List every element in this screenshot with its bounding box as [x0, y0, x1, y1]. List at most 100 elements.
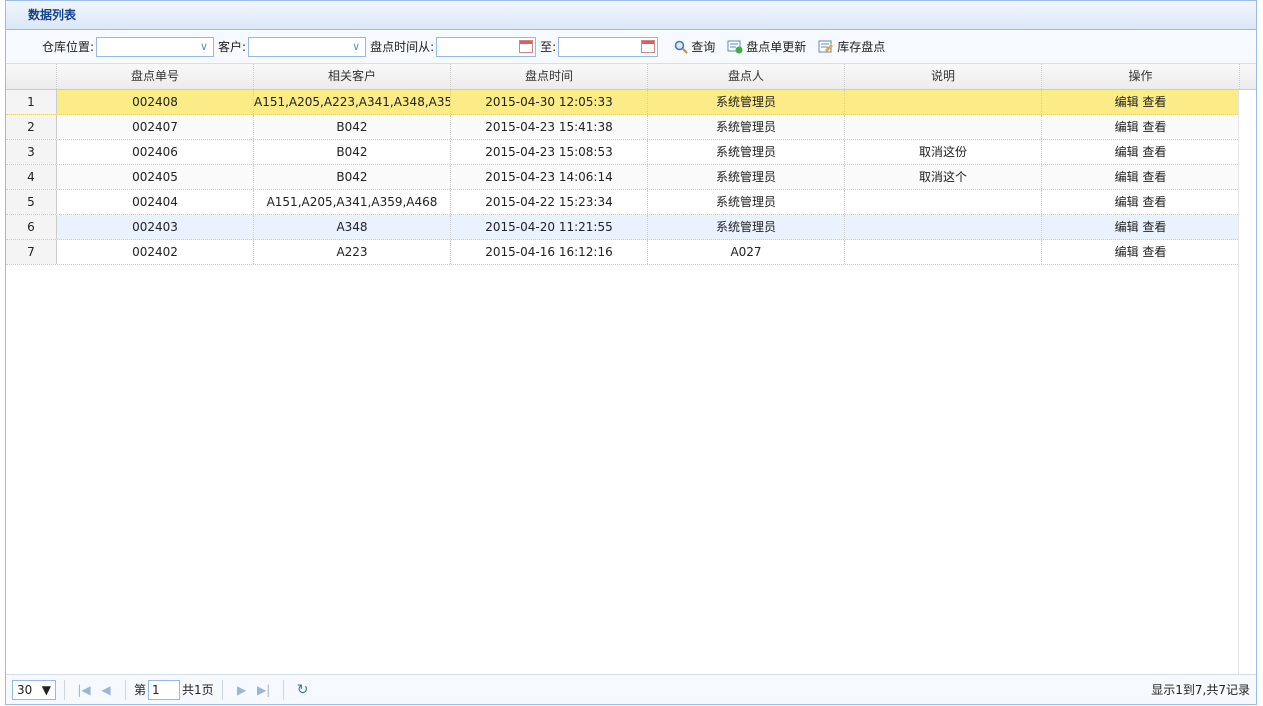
cell-time: 2015-04-20 11:21:55 — [451, 215, 648, 239]
edit-link[interactable]: 编辑 — [1115, 145, 1139, 159]
query-label: 查询 — [691, 40, 716, 54]
divider — [221, 679, 223, 700]
cell-person: 系统管理员 — [648, 165, 845, 189]
time-from-input[interactable] — [436, 36, 537, 57]
filter-toolbar: 仓库位置: ∨ 客户: ∨ 盘点时间从: 至: 查询 盘点单更新 库存盘点 — [6, 30, 1256, 64]
cell-actions: 编辑 查看 — [1042, 115, 1240, 139]
cell-note — [845, 190, 1042, 214]
cell-note — [845, 215, 1042, 239]
page-prefix: 第 — [134, 683, 147, 697]
cell-time: 2015-04-30 12:05:33 — [451, 90, 648, 114]
cell-note: 取消这个 — [845, 165, 1042, 189]
cell-id: 002404 — [57, 190, 254, 214]
view-link[interactable]: 查看 — [1142, 195, 1166, 209]
cell-customer: A223 — [254, 240, 451, 264]
edit-link[interactable]: 编辑 — [1115, 95, 1139, 109]
view-link[interactable]: 查看 — [1142, 145, 1166, 159]
view-link[interactable]: 查看 — [1142, 220, 1166, 234]
edit-link[interactable]: 编辑 — [1115, 170, 1139, 184]
caret-down-icon: ▼ — [41, 682, 51, 697]
edit-link[interactable]: 编辑 — [1115, 195, 1139, 209]
cell-person: 系统管理员 — [648, 90, 845, 114]
prev-page-button[interactable]: ◀ — [95, 680, 117, 700]
row-number: 1 — [6, 90, 57, 114]
update-button[interactable]: 盘点单更新 — [727, 38, 806, 55]
col-header-id[interactable]: 盘点单号 — [57, 64, 254, 89]
cell-customer: A151,A205,A341,A359,A468 — [254, 190, 451, 214]
cell-id: 002406 — [57, 140, 254, 164]
last-page-button[interactable]: ▶| — [253, 680, 275, 700]
next-page-button[interactable]: ▶ — [231, 680, 253, 700]
view-link[interactable]: 查看 — [1142, 120, 1166, 134]
panel-title: 数据列表 — [6, 1, 1256, 30]
vertical-scrollbar[interactable] — [1238, 90, 1256, 674]
next-page-icon: ▶ — [237, 682, 247, 697]
time-to-label: 至: — [540, 40, 557, 54]
table-row[interactable]: 3 002406 B042 2015-04-23 15:08:53 系统管理员 取消这份编… — [6, 140, 1240, 165]
grid-header: 盘点单号 相关客户 盘点时间 盘点人 说明 操作 — [6, 64, 1256, 90]
col-header-note[interactable]: 说明 — [845, 64, 1042, 89]
cell-person: 系统管理员 — [648, 140, 845, 164]
row-number: 4 — [6, 165, 57, 189]
first-page-button[interactable]: |◀ — [73, 680, 95, 700]
inventory-label: 库存盘点 — [837, 40, 886, 54]
cell-id: 002407 — [57, 115, 254, 139]
edit-link[interactable]: 编辑 — [1115, 245, 1139, 259]
clipboard-edit-icon — [818, 40, 834, 52]
calendar-icon[interactable] — [641, 39, 656, 53]
table-row[interactable]: 2 002407 B042 2015-04-23 15:41:38 系统管理员 编辑 查看 — [6, 115, 1240, 140]
page-size-select[interactable]: 30 ▼ — [12, 679, 56, 700]
pager: 30 ▼ |◀ ◀ 第 1 共1页 ▶ ▶| ↻ 显示1到7,共7记录 — [6, 674, 1256, 704]
time-to-input[interactable] — [558, 36, 659, 57]
record-info: 显示1到7,共7记录 — [1151, 683, 1250, 697]
cell-customer: B042 — [254, 140, 451, 164]
col-header-actions[interactable]: 操作 — [1042, 64, 1240, 89]
table-row[interactable]: 7 002402 A223 2015-04-16 16:12:16 A027 编辑 查看 — [6, 240, 1240, 265]
rownum-header — [6, 64, 57, 89]
cell-actions: 编辑 查看 — [1042, 165, 1240, 189]
table-row[interactable]: 6 002403 A348 2015-04-20 11:21:55 系统管理员 编辑 查看 — [6, 215, 1240, 240]
view-link[interactable]: 查看 — [1142, 95, 1166, 109]
col-header-person[interactable]: 盘点人 — [648, 64, 845, 89]
customer-label: 客户: — [218, 40, 247, 54]
data-list-panel: 数据列表 仓库位置: ∨ 客户: ∨ 盘点时间从: 至: 查询 盘点单更新 库存… — [5, 0, 1257, 705]
col-header-time[interactable]: 盘点时间 — [451, 64, 648, 89]
cell-note — [845, 90, 1042, 114]
cell-note — [845, 240, 1042, 264]
table-row[interactable]: 1 002408 A151,A205,A223,A341,A348,A359 2015… — [6, 90, 1240, 115]
cell-actions: 编辑 查看 — [1042, 240, 1240, 264]
cell-customer: B042 — [254, 115, 451, 139]
customer-combo[interactable]: ∨ — [248, 36, 367, 57]
cell-actions: 编辑 查看 — [1042, 215, 1240, 239]
cell-note: 取消这份 — [845, 140, 1042, 164]
view-link[interactable]: 查看 — [1142, 170, 1166, 184]
edit-link[interactable]: 编辑 — [1115, 220, 1139, 234]
view-link[interactable]: 查看 — [1142, 245, 1166, 259]
edit-link[interactable]: 编辑 — [1115, 120, 1139, 134]
calendar-icon[interactable] — [519, 39, 534, 53]
row-number: 3 — [6, 140, 57, 164]
col-header-customer[interactable]: 相关客户 — [254, 64, 451, 89]
cell-id: 002408 — [57, 90, 254, 114]
table-row[interactable]: 4 002405 B042 2015-04-23 14:06:14 系统管理员 取消这个编… — [6, 165, 1240, 190]
document-refresh-icon — [727, 40, 743, 53]
divider — [64, 679, 65, 700]
chevron-down-icon[interactable]: ∨ — [195, 38, 213, 56]
time-from-label: 盘点时间从: — [370, 40, 435, 54]
inventory-button[interactable]: 库存盘点 — [818, 38, 885, 55]
row-number: 2 — [6, 115, 57, 139]
table-row[interactable]: 5 002404 A151,A205,A341,A359,A468 2015-04-2… — [6, 190, 1240, 215]
query-button[interactable]: 查询 — [674, 38, 715, 55]
cell-actions: 编辑 查看 — [1042, 140, 1240, 164]
divider — [125, 679, 126, 700]
cell-customer: A151,A205,A223,A341,A348,A359 — [254, 90, 451, 114]
cell-id: 002403 — [57, 215, 254, 239]
chevron-down-icon[interactable]: ∨ — [347, 38, 365, 56]
first-page-icon: |◀ — [77, 682, 91, 697]
cell-customer: B042 — [254, 165, 451, 189]
cell-person: 系统管理员 — [648, 215, 845, 239]
refresh-button[interactable]: ↻ — [292, 680, 314, 700]
warehouse-combo[interactable]: ∨ — [96, 36, 215, 57]
refresh-icon: ↻ — [296, 681, 309, 698]
page-number-input[interactable]: 1 — [148, 679, 181, 700]
